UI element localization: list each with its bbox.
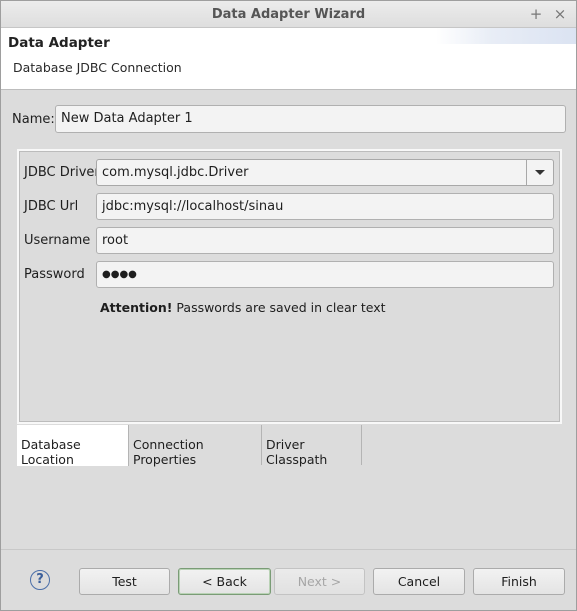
password-field[interactable]: ●●●● (96, 261, 554, 288)
back-button[interactable]: < Back (178, 568, 271, 595)
title-bar: Data Adapter Wizard + × (1, 1, 576, 28)
attention-strong: Attention! (100, 300, 173, 315)
test-button[interactable]: Test (79, 568, 170, 595)
tab-driver-classpath[interactable]: Driver Classpath (262, 425, 362, 467)
jdbc-driver-value: com.mysql.jdbc.Driver (102, 165, 249, 180)
finish-button[interactable]: Finish (473, 568, 565, 595)
header-banner (436, 28, 576, 44)
wizard-window: Data Adapter Wizard + × Data Adapter Dat… (0, 0, 577, 611)
password-label: Password (24, 267, 85, 282)
page-title: Data Adapter (8, 35, 110, 51)
next-button[interactable]: Next > (274, 568, 365, 595)
window-title: Data Adapter Wizard (211, 7, 366, 22)
jdbc-url-label: JDBC Url (24, 199, 79, 214)
cancel-button[interactable]: Cancel (373, 568, 465, 595)
password-warning: Attention! Passwords are saved in clear … (100, 300, 386, 315)
jdbc-driver-label: JDBC Driver (24, 165, 100, 180)
wizard-header: Data Adapter Database JDBC Connection (1, 28, 576, 90)
close-icon[interactable]: × (551, 5, 569, 23)
tab-database-location[interactable]: Database Location (17, 425, 129, 467)
attention-text: Passwords are saved in clear text (172, 300, 386, 315)
page-description: Database JDBC Connection (13, 60, 182, 75)
name-label: Name: (12, 112, 55, 127)
jdbc-url-field[interactable]: jdbc:mysql://localhost/sinau (96, 193, 554, 220)
chevron-down-icon[interactable] (526, 160, 553, 185)
maximize-icon[interactable]: + (527, 5, 545, 23)
help-icon[interactable]: ? (30, 570, 50, 590)
username-field[interactable]: root (96, 227, 554, 254)
jdbc-driver-combo[interactable]: com.mysql.jdbc.Driver (96, 159, 554, 186)
name-field[interactable]: New Data Adapter 1 (55, 105, 566, 133)
username-label: Username (24, 233, 91, 248)
tab-connection-properties[interactable]: Connection Properties (129, 425, 262, 467)
